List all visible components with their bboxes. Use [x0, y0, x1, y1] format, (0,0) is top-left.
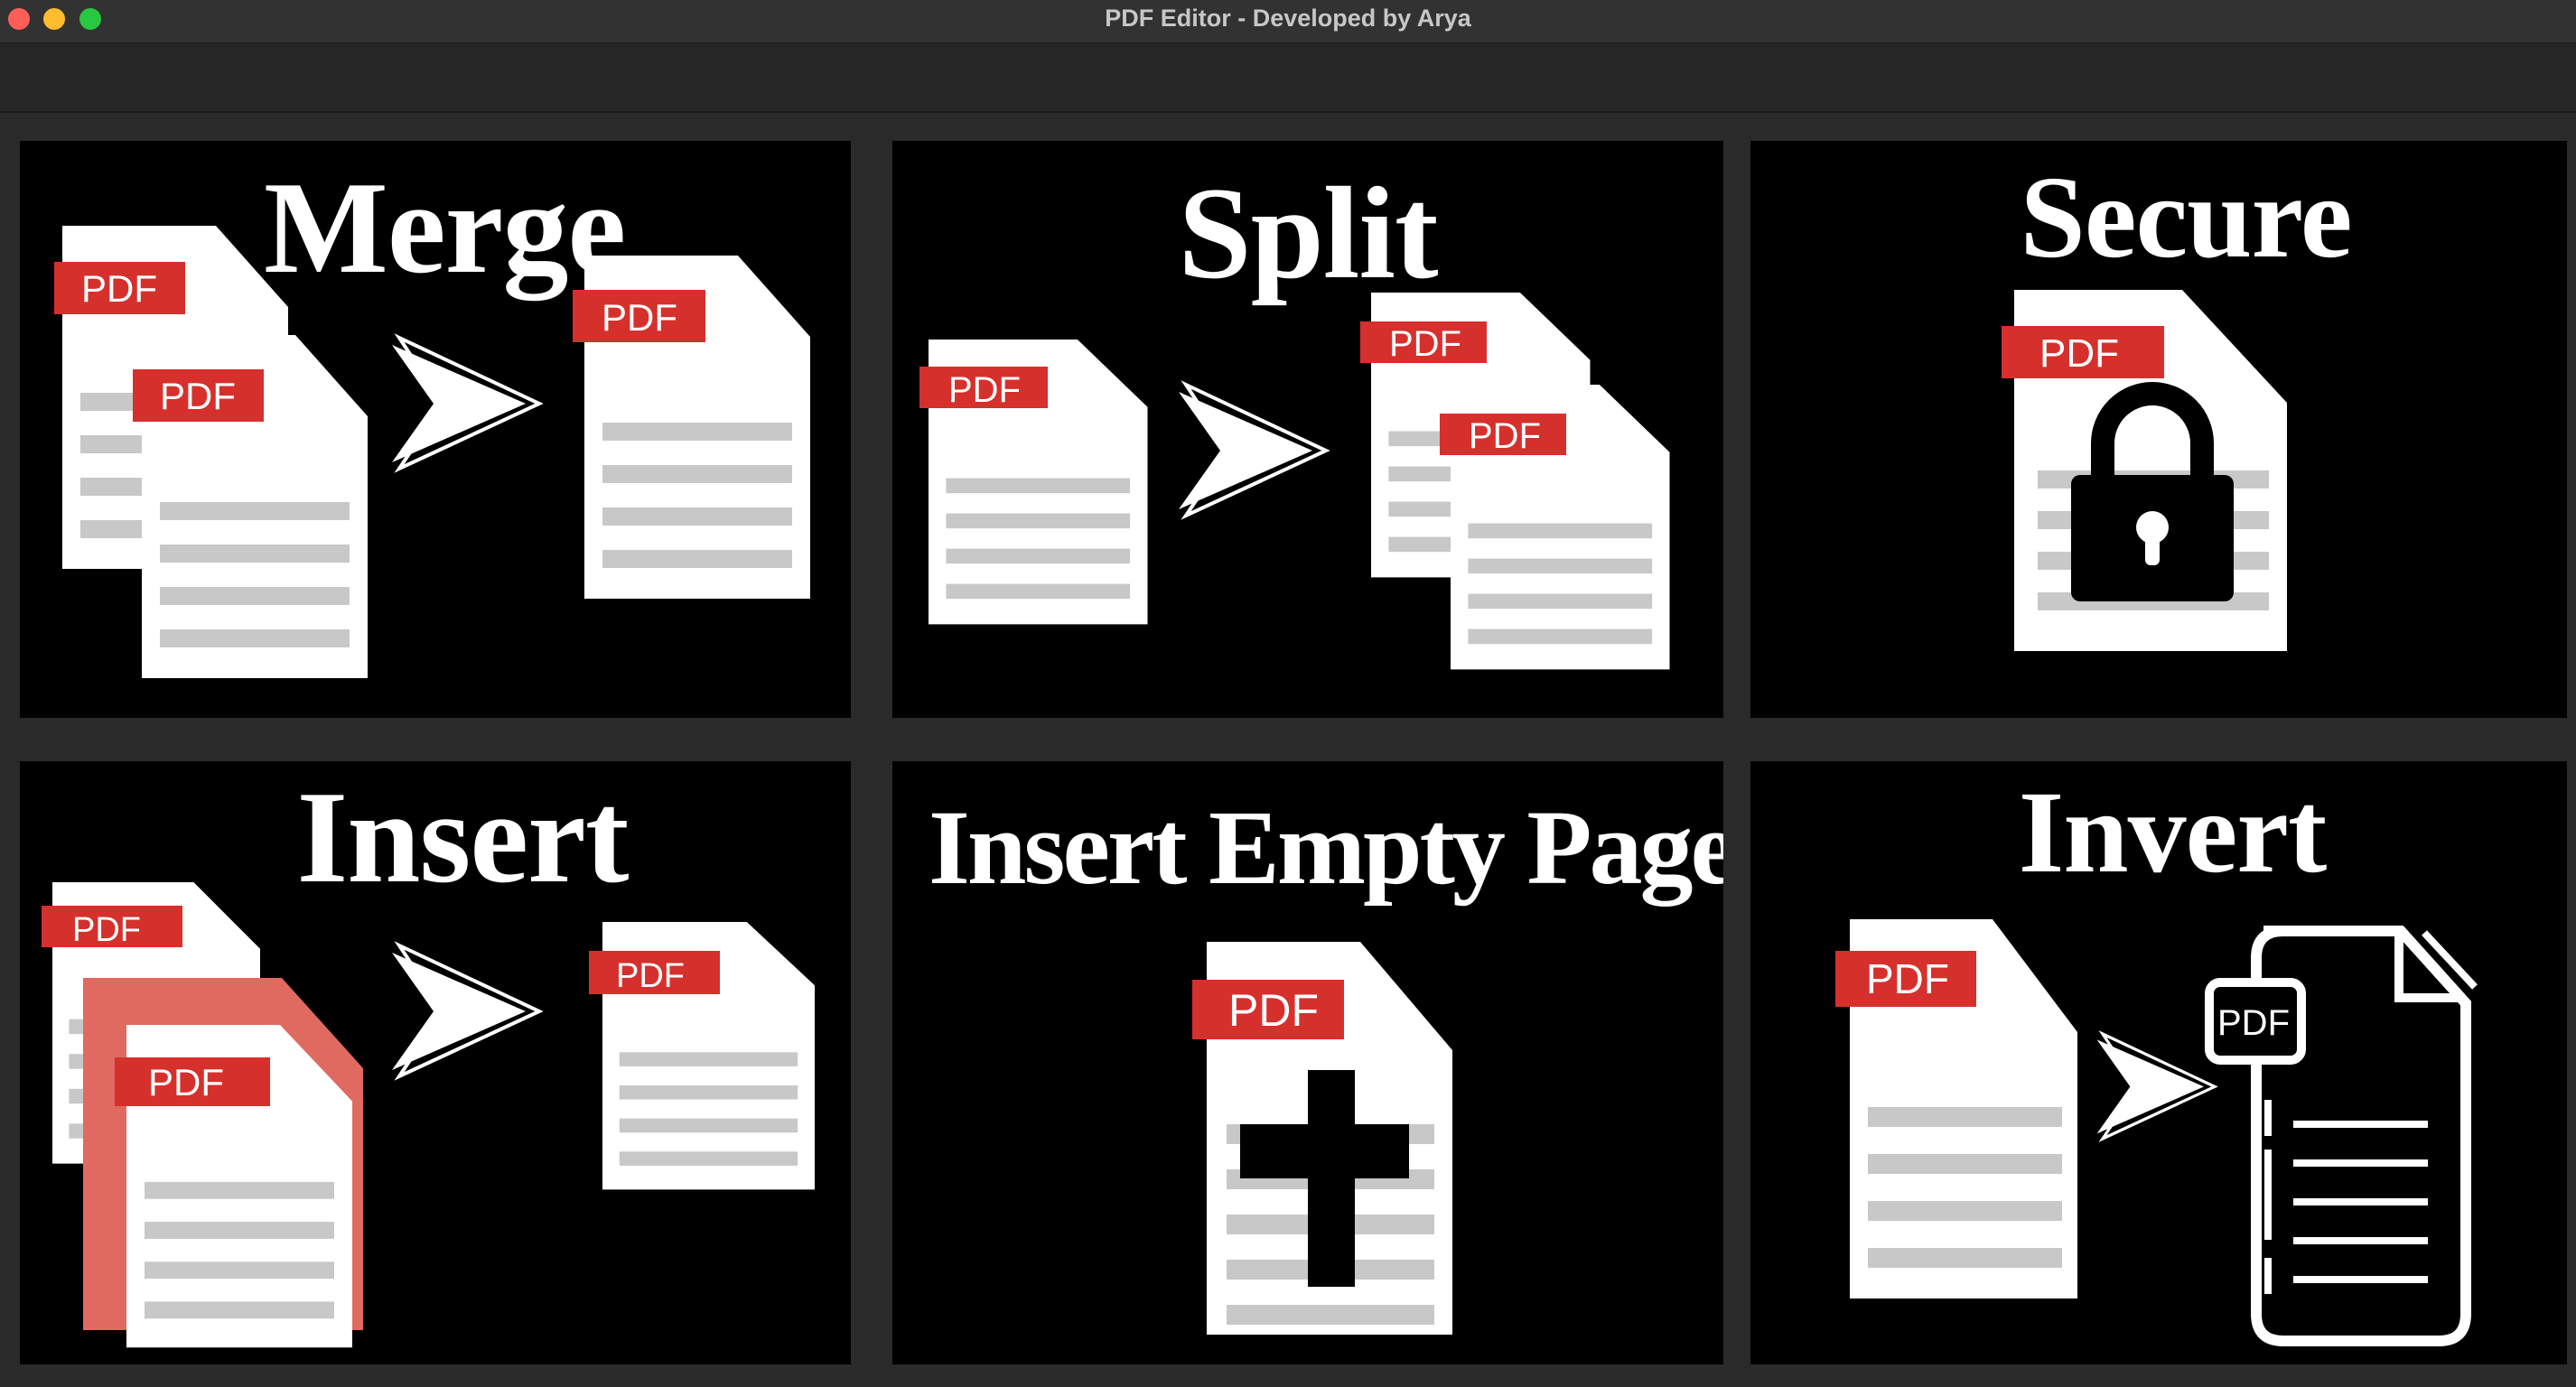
plus-icon: PDF: [1192, 942, 1452, 1335]
merge-icon: PDF PDF PDF: [54, 226, 810, 678]
pdf-label: PDF: [602, 296, 677, 339]
insert-tile[interactable]: Insert PDF PDF PDF: [20, 761, 851, 1364]
invert-tile[interactable]: Invert PDF PDF: [1750, 761, 2567, 1364]
invert-icon: PDF PDF: [1835, 919, 2478, 1346]
toolbar: [0, 43, 2576, 113]
merge-tile[interactable]: Merge PDF PDF PDF: [20, 141, 851, 718]
pdf-label: PDF: [148, 1061, 224, 1103]
pdf-label: PDF: [1228, 985, 1319, 1036]
window-title: PDF Editor - Developed by Arya: [1105, 5, 1471, 32]
pdf-label: PDF: [2039, 331, 2119, 376]
pdf-label: PDF: [81, 267, 157, 310]
pdf-label: PDF: [160, 375, 236, 417]
secure-tile[interactable]: Secure PDF: [1750, 141, 2567, 718]
lock-icon: PDF: [2002, 290, 2287, 651]
pdf-label: PDF: [1469, 416, 1541, 456]
split-tile[interactable]: Split PDF PDF PDF: [892, 141, 1723, 718]
pdf-label: PDF: [72, 911, 141, 949]
pdf-label: PDF: [2217, 1003, 2290, 1043]
insert-empty-page-tile[interactable]: Insert Empty Page PDF: [892, 761, 1723, 1364]
title-bar: PDF Editor - Developed by Arya: [0, 0, 2576, 43]
split-icon: PDF PDF PDF: [919, 293, 1670, 670]
pdf-label: PDF: [1389, 324, 1461, 364]
pdf-label: PDF: [948, 370, 1021, 410]
insert-icon: PDF PDF PDF: [42, 882, 815, 1348]
pdf-label: PDF: [616, 957, 685, 995]
tile-grid: Merge PDF PDF PDF Split PDF PDF PDF Secu…: [0, 113, 2576, 1387]
pdf-label: PDF: [1866, 955, 1949, 1002]
